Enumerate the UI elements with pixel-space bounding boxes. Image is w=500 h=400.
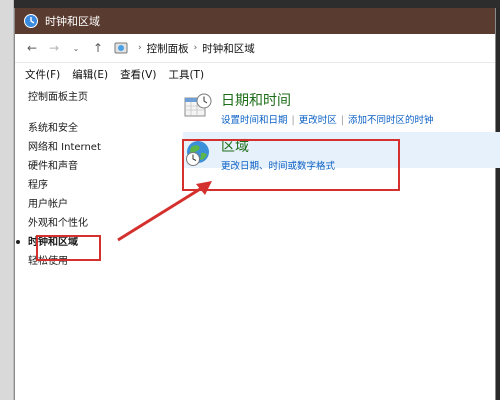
annotation-arrow-icon bbox=[117, 181, 212, 242]
